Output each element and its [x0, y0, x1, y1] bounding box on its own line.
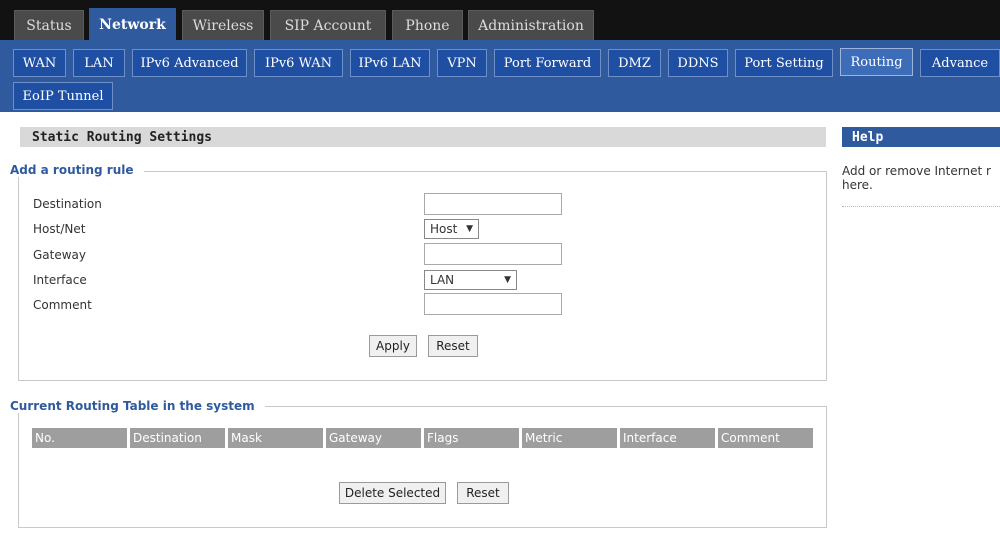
section-title: Static Routing Settings [20, 127, 826, 147]
help-text: Add or remove Internet r here. [842, 164, 1000, 192]
interface-label: Interface [33, 273, 87, 287]
subtab-eoip-tunnel[interactable]: EoIP Tunnel [13, 82, 113, 110]
top-nav-bar: Status Network Wireless SIP Account Phon… [0, 0, 1000, 41]
help-text-line-2: here. [842, 178, 873, 192]
column-header-metric: Metric [522, 428, 620, 448]
subtab-ipv6-advanced[interactable]: IPv6 Advanced [132, 49, 247, 77]
column-header-flags: Flags [424, 428, 522, 448]
gateway-input[interactable] [424, 243, 562, 265]
help-text-line-1: Add or remove Internet r [842, 164, 991, 178]
subtab-ddns[interactable]: DDNS [668, 49, 728, 77]
column-header-mask: Mask [228, 428, 326, 448]
add-rule-panel [18, 171, 827, 381]
subtab-vpn[interactable]: VPN [437, 49, 487, 77]
sub-nav-bar: WAN LAN IPv6 Advanced IPv6 WAN IPv6 LAN … [0, 40, 1000, 112]
comment-input[interactable] [424, 293, 562, 315]
column-header-interface: Interface [620, 428, 718, 448]
subtab-ipv6-wan[interactable]: IPv6 WAN [254, 49, 343, 77]
tab-sip-account[interactable]: SIP Account [270, 10, 386, 40]
comment-label: Comment [33, 298, 92, 312]
destination-label: Destination [33, 197, 102, 211]
gateway-label: Gateway [33, 248, 87, 262]
reset-button[interactable]: Reset [428, 335, 478, 357]
tab-administration[interactable]: Administration [468, 10, 594, 40]
interface-select[interactable]: LAN ▼ [424, 270, 517, 290]
column-header-comment: Comment [718, 428, 813, 448]
chevron-down-icon: ▼ [504, 275, 511, 285]
tab-wireless[interactable]: Wireless [182, 10, 264, 40]
subtab-wan[interactable]: WAN [13, 49, 66, 77]
routing-table-panel [18, 406, 827, 528]
tab-phone[interactable]: Phone [392, 10, 463, 40]
chevron-down-icon: ▼ [466, 224, 473, 234]
host-net-value: Host [430, 222, 458, 236]
table-reset-button[interactable]: Reset [457, 482, 509, 504]
add-rule-legend: Add a routing rule [10, 163, 144, 177]
column-header-no: No. [32, 428, 130, 448]
tab-status[interactable]: Status [14, 10, 84, 40]
column-header-gateway: Gateway [326, 428, 424, 448]
help-divider [842, 206, 1000, 207]
subtab-dmz[interactable]: DMZ [608, 49, 661, 77]
help-title: Help [842, 127, 1000, 147]
delete-selected-button[interactable]: Delete Selected [339, 482, 446, 504]
destination-input[interactable] [424, 193, 562, 215]
subtab-lan[interactable]: LAN [73, 49, 125, 77]
subtab-ipv6-lan[interactable]: IPv6 LAN [350, 49, 430, 77]
subtab-port-setting[interactable]: Port Setting [735, 49, 833, 77]
subtab-advance[interactable]: Advance [920, 49, 1000, 77]
tab-network[interactable]: Network [89, 8, 176, 41]
subtab-port-forward[interactable]: Port Forward [494, 49, 601, 77]
host-net-select[interactable]: Host ▼ [424, 219, 479, 239]
column-header-destination: Destination [130, 428, 228, 448]
interface-value: LAN [430, 273, 455, 287]
routing-table-legend: Current Routing Table in the system [10, 399, 265, 413]
subtab-routing[interactable]: Routing [840, 48, 913, 76]
host-net-label: Host/Net [33, 222, 86, 236]
apply-button[interactable]: Apply [369, 335, 417, 357]
